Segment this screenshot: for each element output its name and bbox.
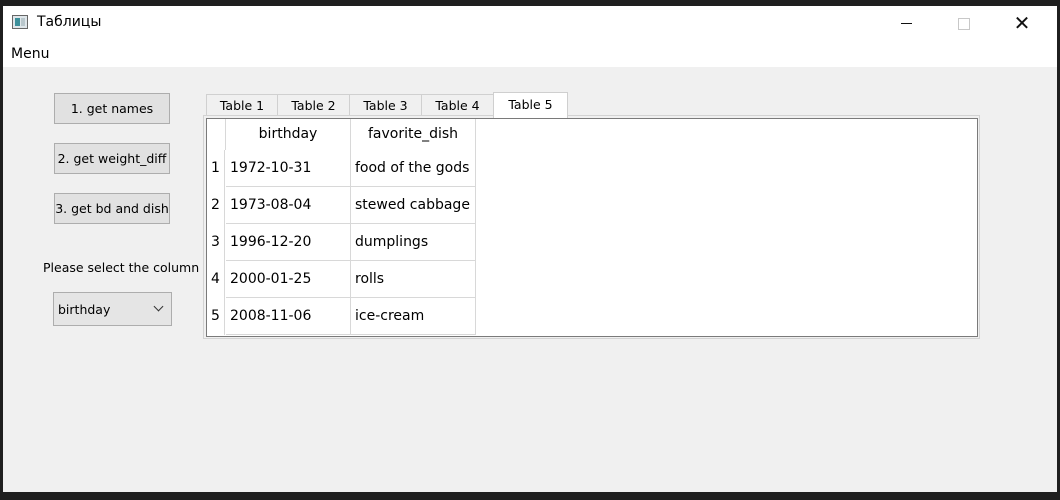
table-cell[interactable]: food of the gods xyxy=(351,150,476,187)
table-corner xyxy=(207,119,226,150)
select-column-label: Please select the column xyxy=(43,260,200,275)
tab-table-3[interactable]: Table 3 xyxy=(349,94,422,116)
column-header-birthday[interactable]: birthday xyxy=(226,119,351,150)
table-cell[interactable]: rolls xyxy=(351,261,476,298)
table-cell[interactable]: stewed cabbage xyxy=(351,187,476,224)
table-cell[interactable]: 1973-08-04 xyxy=(226,187,351,224)
maximize-icon xyxy=(958,17,970,30)
get-bd-and-dish-button[interactable]: 3. get bd and dish xyxy=(54,193,170,224)
row-header[interactable]: 5 xyxy=(207,298,225,335)
menu-bar: Menu xyxy=(3,40,1057,67)
data-table[interactable]: birthday favorite_dish 1 1972-10-31 food… xyxy=(206,118,978,337)
row-header[interactable]: 4 xyxy=(207,261,225,298)
chevron-down-icon xyxy=(153,301,164,312)
table-cell[interactable]: 2000-01-25 xyxy=(226,261,351,298)
tab-table-1[interactable]: Table 1 xyxy=(206,94,278,116)
get-weight-diff-button[interactable]: 2. get weight_diff xyxy=(54,143,170,174)
get-names-button[interactable]: 1. get names xyxy=(54,93,170,124)
title-bar: Таблицы ✕ xyxy=(3,6,1057,40)
table-cell[interactable]: 2008-11-06 xyxy=(226,298,351,335)
tab-table-2[interactable]: Table 2 xyxy=(277,94,350,116)
app-window: Таблицы ✕ Menu 1. get names 2. get weigh… xyxy=(3,6,1057,492)
table-cell[interactable]: ice-cream xyxy=(351,298,476,335)
row-header[interactable]: 3 xyxy=(207,224,225,261)
close-button[interactable]: ✕ xyxy=(993,6,1051,40)
table-cell[interactable]: dumplings xyxy=(351,224,476,261)
tab-table-5[interactable]: Table 5 xyxy=(493,92,568,118)
tab-table-4[interactable]: Table 4 xyxy=(421,94,494,116)
table-cell[interactable]: 1972-10-31 xyxy=(226,150,351,187)
column-select-value: birthday xyxy=(58,302,111,317)
maximize-button[interactable] xyxy=(935,6,993,40)
table-cell[interactable]: 1996-12-20 xyxy=(226,224,351,261)
row-header[interactable]: 1 xyxy=(207,150,225,187)
minimize-icon xyxy=(900,23,912,24)
minimize-button[interactable] xyxy=(877,6,935,40)
row-header[interactable]: 2 xyxy=(207,187,225,224)
column-select[interactable]: birthday xyxy=(53,292,172,326)
menu-item-menu[interactable]: Menu xyxy=(11,46,49,62)
column-header-favorite-dish[interactable]: favorite_dish xyxy=(351,119,476,150)
app-icon xyxy=(12,15,28,29)
window-title: Таблицы xyxy=(37,14,102,30)
close-icon: ✕ xyxy=(1013,11,1031,35)
